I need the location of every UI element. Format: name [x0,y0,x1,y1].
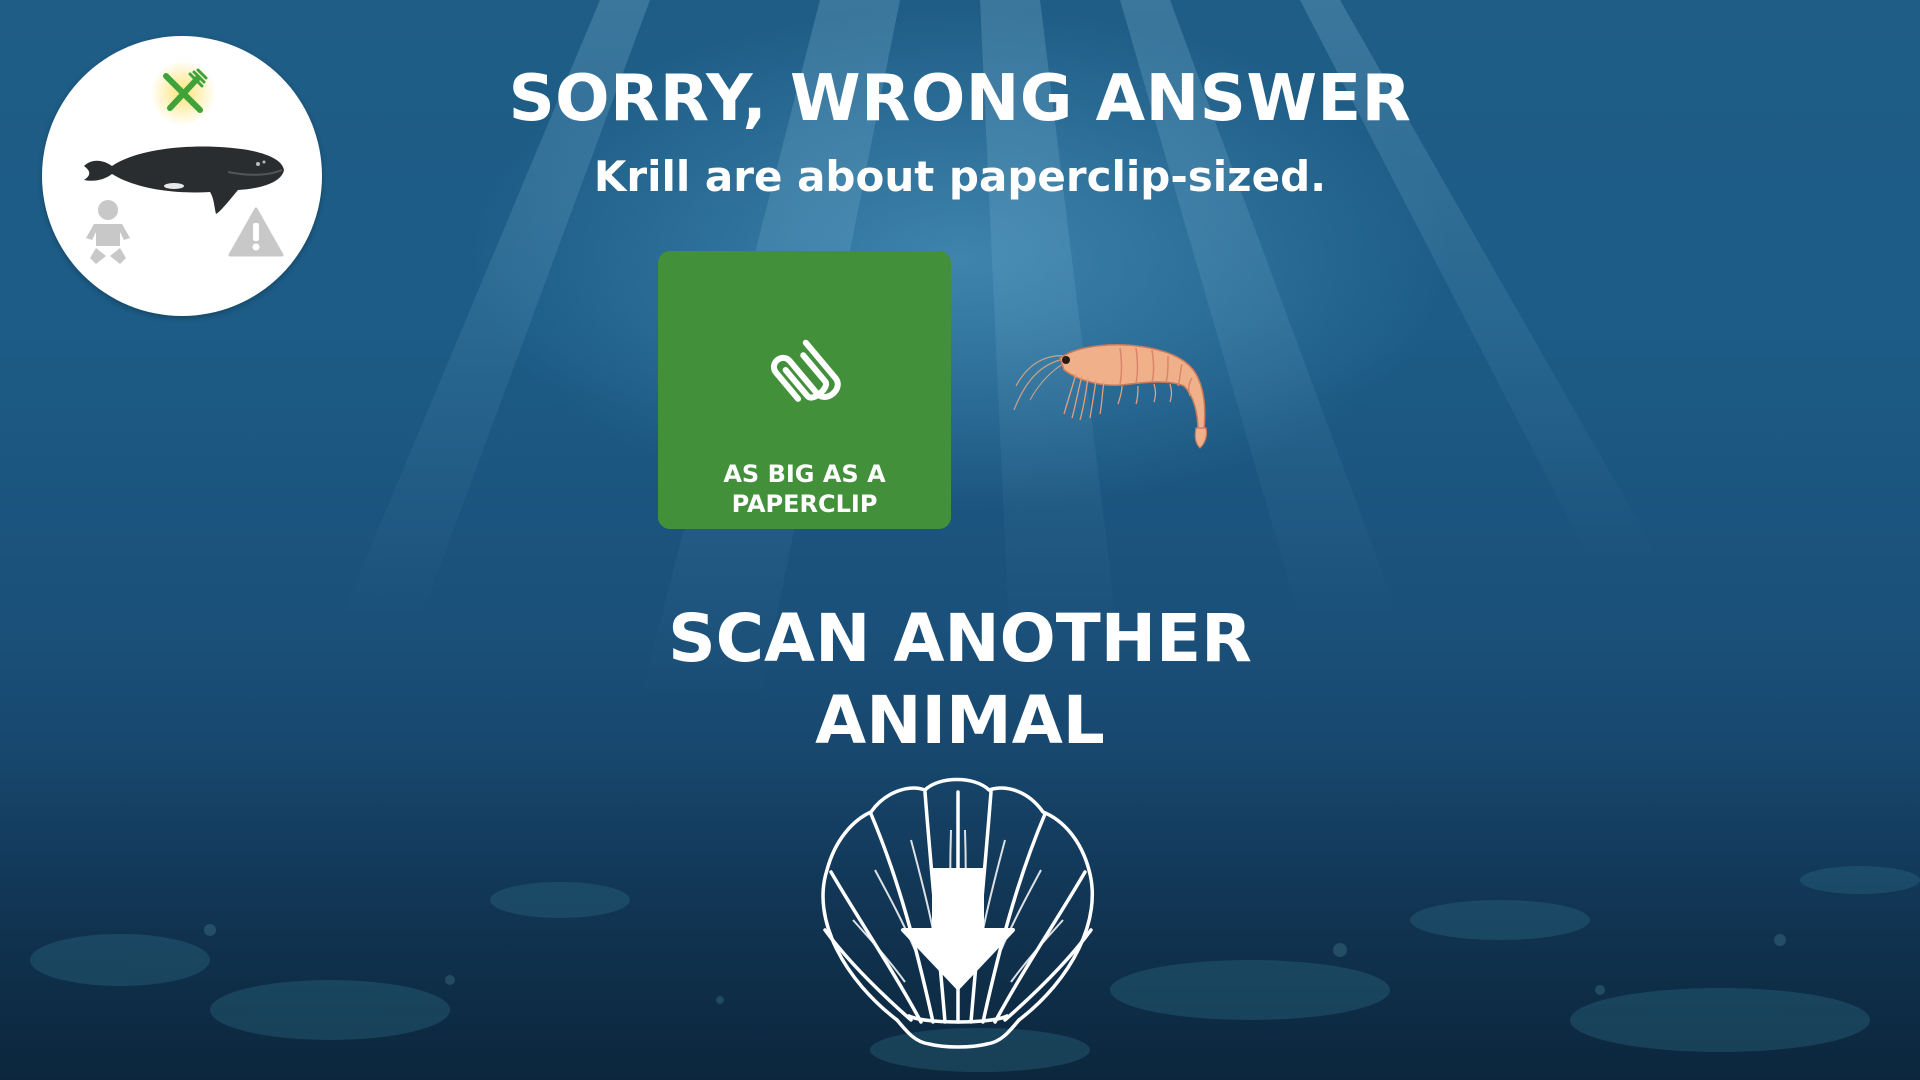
answer-card-label: AS BIG AS A PAPERCLIP [723,460,886,518]
result-subtitle: Krill are about paperclip-sized. [593,152,1327,201]
scan-shell-arrow-icon[interactable] [805,770,1111,1050]
scan-another-animal-prompt: SCAN ANOTHER ANIMAL [668,600,1252,759]
paperclip-icon [771,339,841,402]
baby-icon [86,200,130,264]
underwater-background: SORRY, WRONG ANSWER Krill are about pape… [0,0,1920,1080]
answer-card[interactable]: AS BIG AS A PAPERCLIP [658,251,951,529]
krill-image [1013,344,1208,449]
warning-icon [228,207,284,257]
result-title: SORRY, WRONG ANSWER [508,62,1412,136]
